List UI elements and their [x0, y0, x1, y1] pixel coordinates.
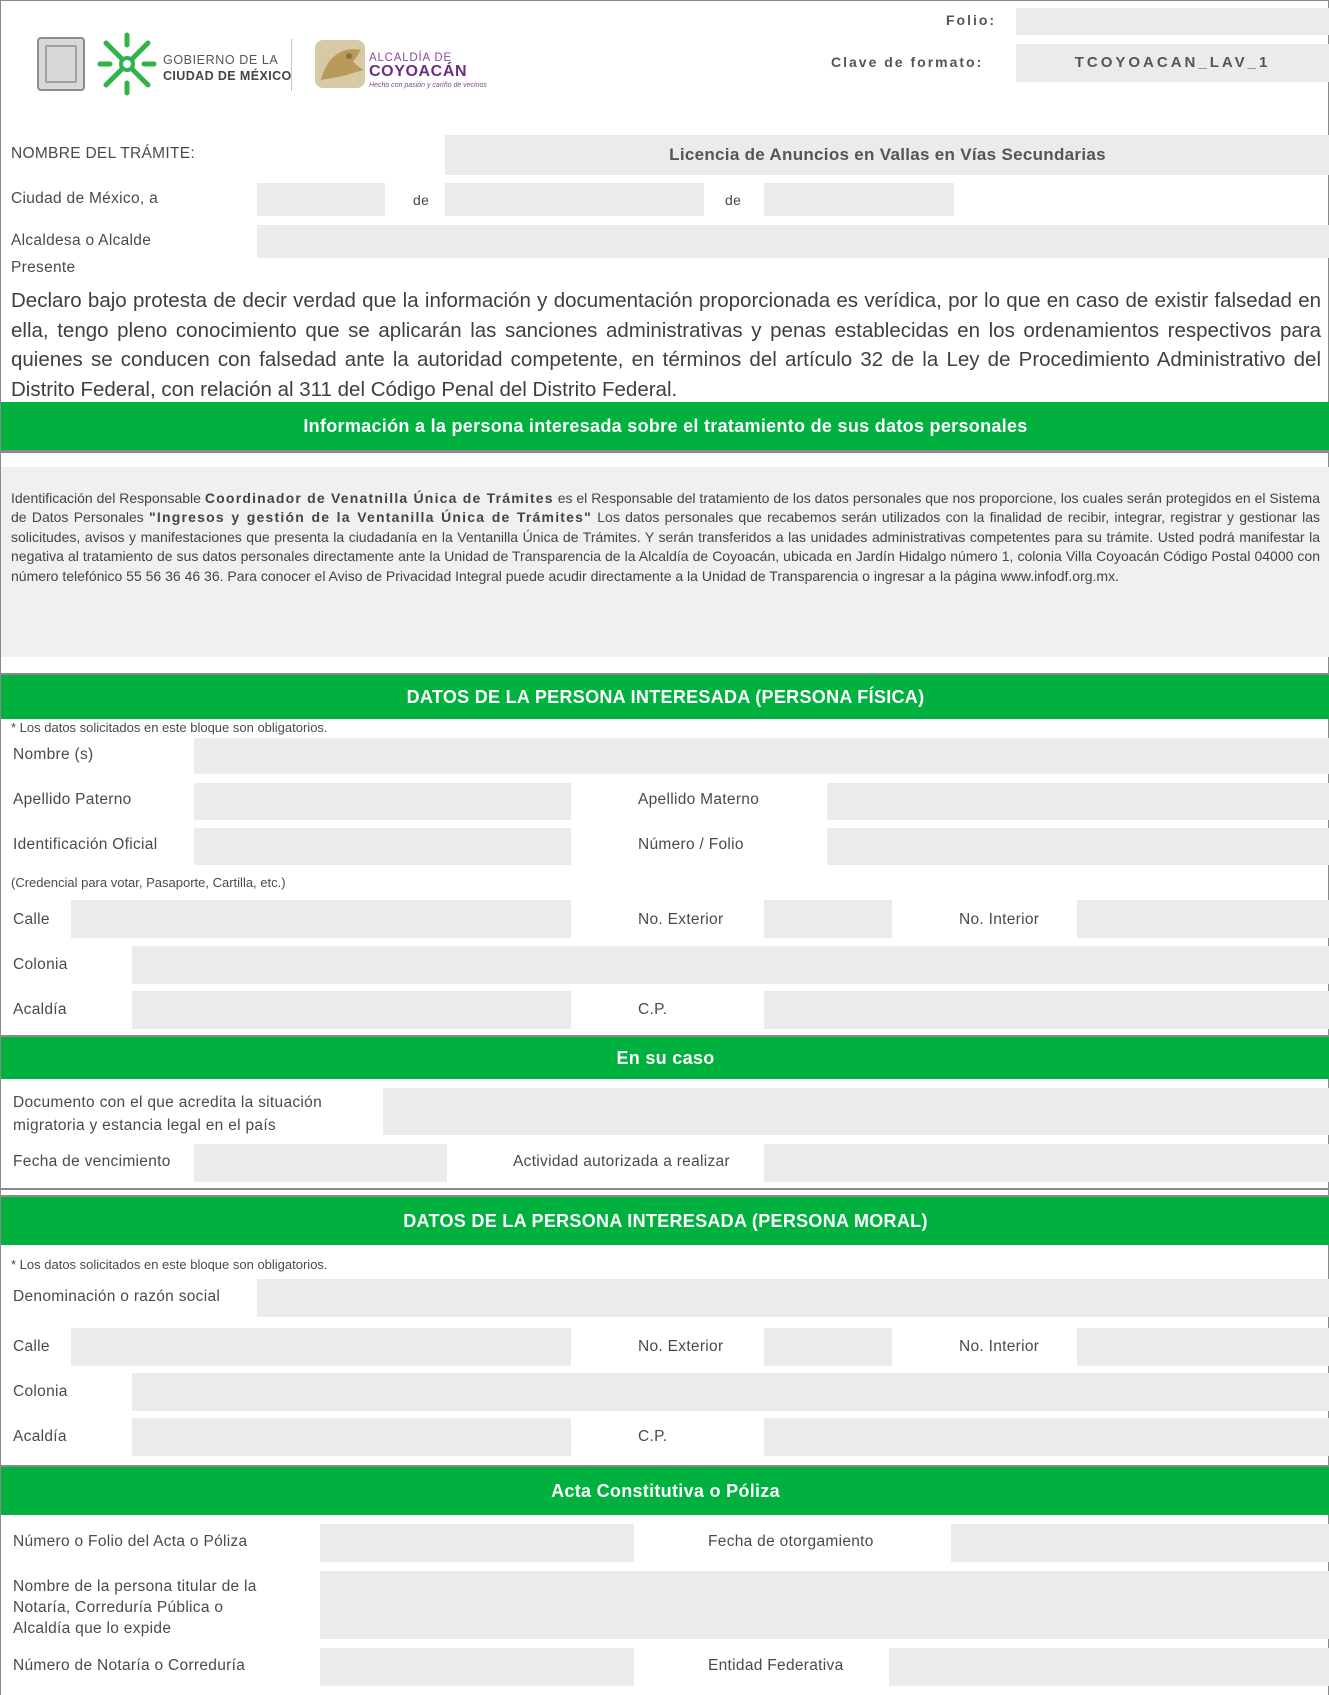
alcalde-field[interactable]: [257, 225, 1329, 258]
vencimiento-label: Fecha de vencimiento: [13, 1153, 171, 1170]
cdmx-seal-icon: [37, 37, 85, 91]
coyoacan-logo: ALCALDÍA DE COYOACÁN Hecho con pasión y …: [313, 34, 487, 94]
documento-label: Documento con el que acredita la situaci…: [13, 1094, 322, 1134]
fisica-cp-field[interactable]: [764, 991, 1329, 1029]
entidad-label: Entidad Federativa: [708, 1657, 844, 1674]
no-notaria-label: Número de Notaría o Correduría: [13, 1657, 246, 1674]
dia-field[interactable]: [257, 183, 385, 216]
fisica-calle-field[interactable]: [71, 900, 571, 938]
moral-cp-label: C.P.: [638, 1428, 668, 1445]
acta-fecha-field[interactable]: [951, 1524, 1329, 1562]
identificacion-field[interactable]: [194, 828, 571, 865]
moral-colonia-label: Colonia: [13, 1383, 68, 1400]
nombre-field[interactable]: [194, 738, 1329, 774]
fisica-no-interior-label: No. Interior: [959, 911, 1040, 928]
moral-cp-field[interactable]: [764, 1418, 1329, 1456]
privacy-header: Información a la persona interesada sobr…: [1, 402, 1329, 450]
acta-numero-field[interactable]: [320, 1524, 634, 1562]
anio-field[interactable]: [764, 183, 954, 216]
privacy-divider: [1, 450, 1329, 453]
tramite-field: Licencia de Anuncios en Vallas en Vías S…: [445, 135, 1329, 175]
folio-label: Folio:: [946, 12, 997, 28]
ap-paterno-label: Apellido Paterno: [13, 791, 132, 808]
cdmx-logo-icon: [97, 32, 157, 96]
mes-field[interactable]: [445, 183, 704, 216]
fisica-no-interior-field[interactable]: [1077, 900, 1329, 938]
entidad-field[interactable]: [889, 1648, 1329, 1686]
coyoacan-coyote-icon: [315, 40, 365, 88]
de-label-1: de: [413, 192, 430, 208]
identificacion-note: (Credencial para votar, Pasaporte, Carti…: [11, 875, 286, 890]
moral-no-exterior-field[interactable]: [764, 1328, 892, 1366]
ciudad-fecha-label: Ciudad de México, a: [11, 190, 159, 207]
privacy-text: Identificación del Responsable Coordinad…: [11, 490, 1321, 584]
moral-no-interior-label: No. Interior: [959, 1338, 1040, 1355]
form-page: GOBIERNO DE LA CIUDAD DE MÉXICO ALCALDÍA…: [0, 0, 1329, 1695]
moral-note: * Los datos solicitados en este bloque s…: [11, 1257, 328, 1272]
moral-divider-top: [1, 1188, 1329, 1190]
clave-field: TCOYOACAN_LAV_1: [1016, 44, 1329, 82]
denominacion-field[interactable]: [257, 1279, 1329, 1317]
fisica-alcaldia-field[interactable]: [132, 991, 571, 1029]
moral-no-exterior-label: No. Exterior: [638, 1338, 724, 1355]
moral-header: DATOS DE LA PERSONA INTERESADA (PERSONA …: [1, 1197, 1329, 1245]
actividad-field[interactable]: [764, 1144, 1329, 1182]
presente-label: Presente: [11, 259, 76, 276]
alcalde-label: Alcaldesa o Alcalde: [11, 232, 152, 249]
moral-colonia-field[interactable]: [132, 1373, 1329, 1411]
gob-cdmx-wordmark: GOBIERNO DE LA CIUDAD DE MÉXICO: [163, 53, 292, 83]
identificacion-label: Identificación Oficial: [13, 836, 158, 853]
fisica-no-exterior-field[interactable]: [764, 900, 892, 938]
moral-calle-field[interactable]: [71, 1328, 571, 1366]
denominacion-label: Denominación o razón social: [13, 1288, 221, 1305]
ap-paterno-field[interactable]: [194, 783, 571, 820]
fisica-cp-label: C.P.: [638, 1001, 668, 1018]
documento-field[interactable]: [383, 1088, 1329, 1135]
acta-numero-label: Número o Folio del Acta o Póliza: [13, 1533, 248, 1550]
clave-label: Clave de formato:: [831, 54, 984, 70]
fisica-note: * Los datos solicitados en este bloque s…: [11, 720, 328, 735]
fisica-calle-label: Calle: [13, 911, 50, 928]
moral-alcaldia-label: Acaldía: [13, 1428, 67, 1445]
fisica-no-exterior-label: No. Exterior: [638, 911, 724, 928]
titular-label: Nombre de la persona titular de la Notarí…: [13, 1578, 257, 1637]
actividad-label: Actividad autorizada a realizar: [513, 1153, 730, 1170]
moral-no-interior-field[interactable]: [1077, 1328, 1329, 1366]
titular-field[interactable]: [320, 1571, 1329, 1639]
en-su-caso-header: En su caso: [1, 1037, 1329, 1079]
numero-folio-field[interactable]: [827, 828, 1329, 865]
declaration-text: Declaro bajo protesta de decir verdad qu…: [11, 289, 1321, 401]
ap-materno-label: Apellido Materno: [638, 791, 760, 808]
fisica-colonia-field[interactable]: [132, 946, 1329, 984]
logo-separator: [291, 39, 292, 91]
ap-materno-field[interactable]: [827, 783, 1329, 820]
folio-field[interactable]: [1016, 8, 1329, 35]
acta-header: Acta Constitutiva o Póliza: [1, 1467, 1329, 1515]
nombre-label: Nombre (s): [13, 746, 94, 763]
vencimiento-field[interactable]: [194, 1144, 447, 1182]
moral-alcaldia-field[interactable]: [132, 1418, 571, 1456]
fisica-colonia-label: Colonia: [13, 956, 68, 973]
no-notaria-field[interactable]: [320, 1648, 634, 1686]
fisica-alcaldia-label: Acaldía: [13, 1001, 67, 1018]
fisica-header: DATOS DE LA PERSONA INTERESADA (PERSONA …: [1, 675, 1329, 719]
numero-folio-label: Número / Folio: [638, 836, 744, 853]
tramite-label: NOMBRE DEL TRÁMITE:: [11, 145, 195, 162]
moral-calle-label: Calle: [13, 1338, 50, 1355]
acta-fecha-label: Fecha de otorgamiento: [708, 1533, 874, 1550]
de-label-2: de: [725, 192, 742, 208]
